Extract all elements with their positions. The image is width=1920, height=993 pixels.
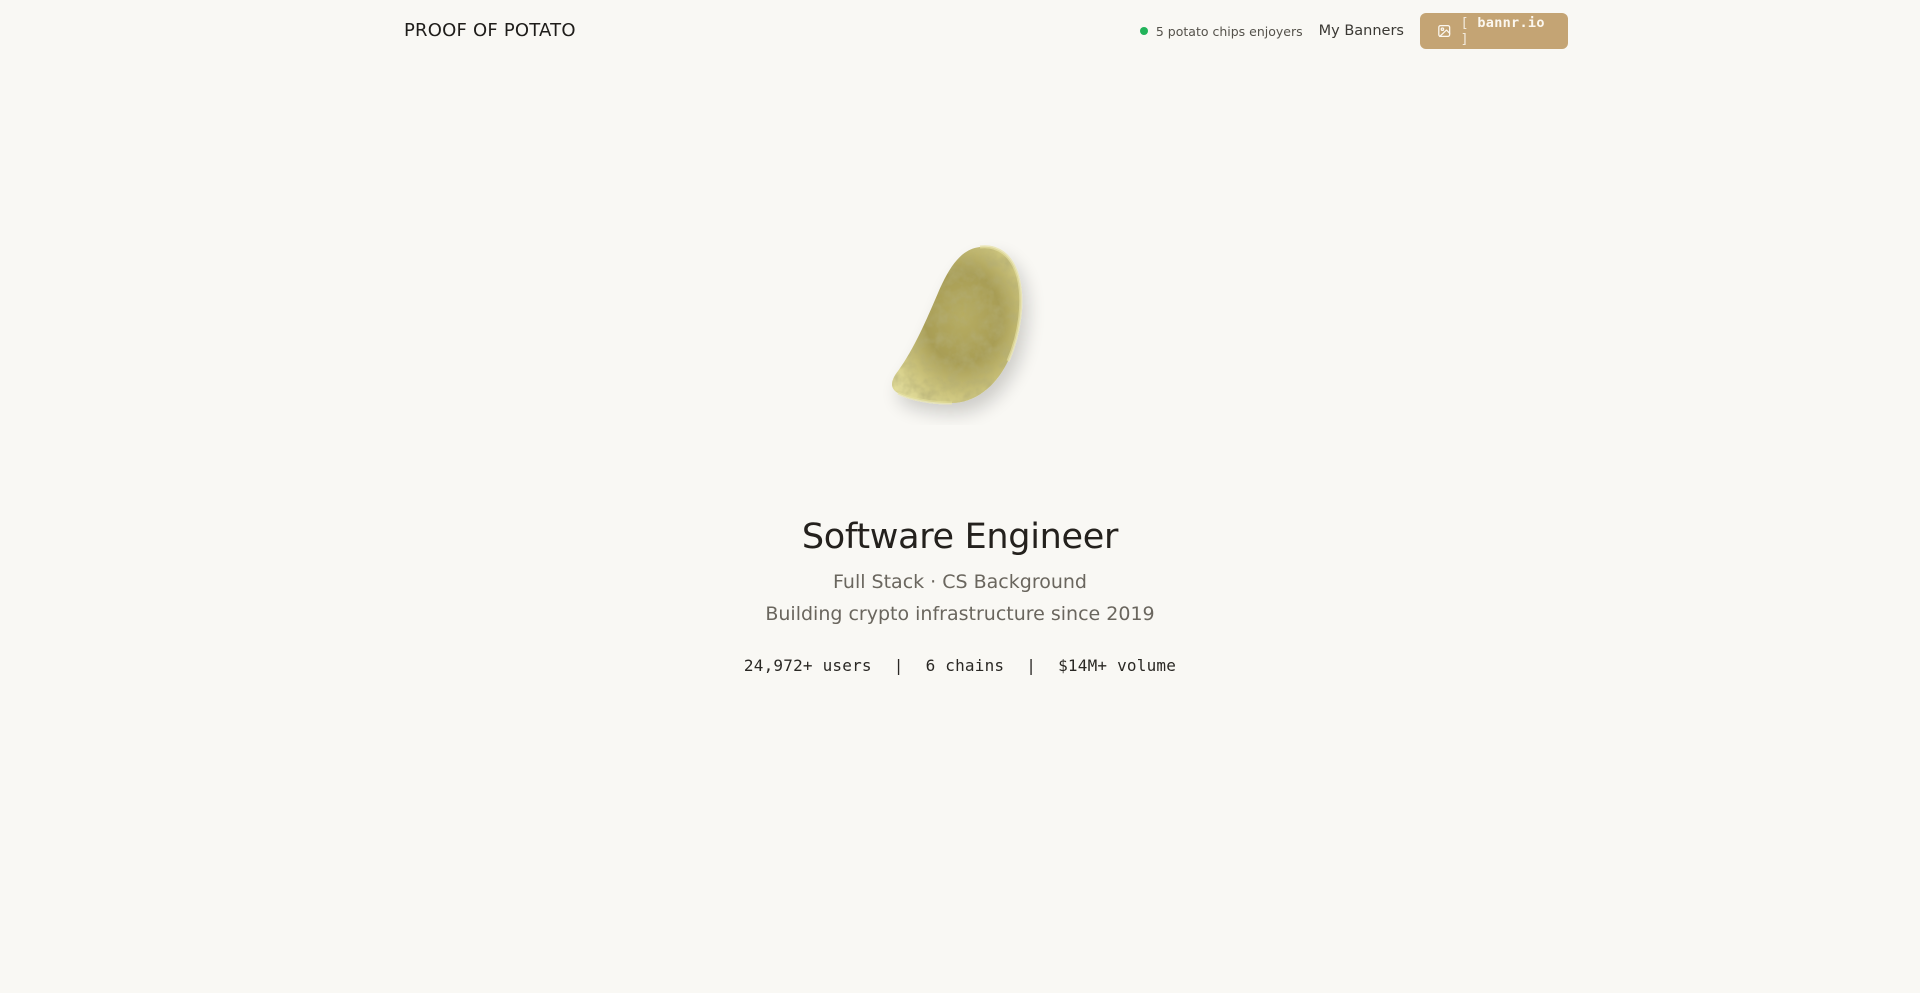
potato-chip-icon <box>892 245 1023 405</box>
page-title: Software Engineer <box>801 517 1119 557</box>
stat-separator: | <box>1026 656 1037 675</box>
stat-chains: 6 chains <box>925 656 1005 675</box>
stat-separator: | <box>893 656 904 675</box>
image-icon <box>1438 24 1451 38</box>
enjoyers-status: 5 potato chips enjoyers <box>1139 23 1303 39</box>
stats-row: 24,972+ users | 6 chains | $14M+ volume <box>0 656 1920 675</box>
subtitle-skills: Full Stack · CS Background <box>833 571 1087 593</box>
bannr-io-label: [ bannr.io ] <box>1460 15 1545 47</box>
page: PROOF OF POTATO 5 potato chips enjoyers … <box>0 0 1920 993</box>
my-banners-link[interactable]: My Banners <box>1319 23 1404 39</box>
potato-chip-image <box>870 235 1050 425</box>
stat-volume: $14M+ volume <box>1058 656 1177 675</box>
online-status-dot-icon <box>1139 27 1148 35</box>
hero-section: Software Engineer Full Stack · CS Backgr… <box>0 508 1920 675</box>
enjoyers-count-text: 5 potato chips enjoyers <box>1155 23 1303 39</box>
bannr-io-button[interactable]: [ bannr.io ] <box>1420 13 1568 49</box>
stat-users: 24,972+ users <box>743 656 872 675</box>
nav-right: 5 potato chips enjoyers My Banners [ ban… <box>1139 13 1568 49</box>
brand-logo-text[interactable]: PROOF OF POTATO <box>404 20 576 41</box>
top-navigation: PROOF OF POTATO 5 potato chips enjoyers … <box>404 0 1568 62</box>
subtitle-tagline: Building crypto infrastructure since 201… <box>765 603 1155 625</box>
